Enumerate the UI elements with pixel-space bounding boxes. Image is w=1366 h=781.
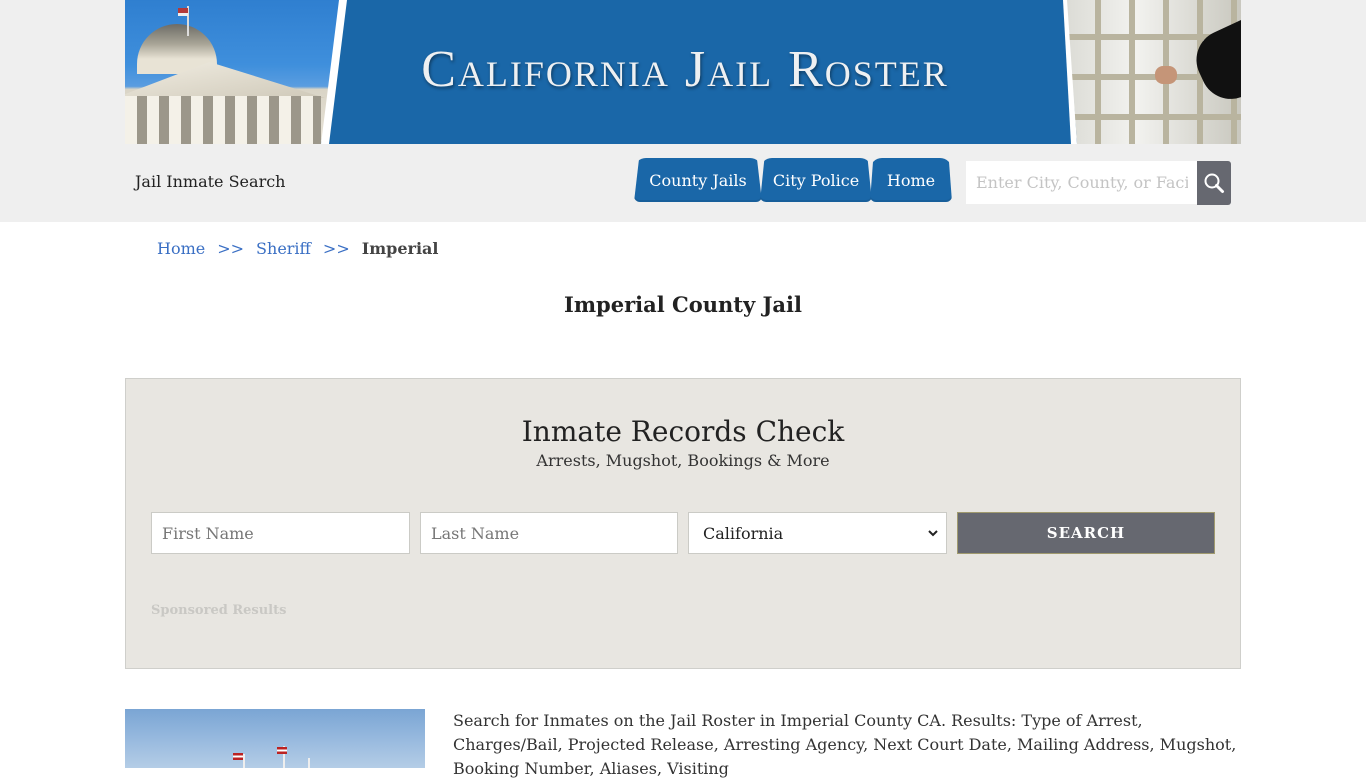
breadcrumb-current: Imperial xyxy=(361,239,439,258)
search-icon xyxy=(1204,173,1224,193)
records-search-button[interactable]: SEARCH xyxy=(957,512,1215,554)
breadcrumb-sheriff-link[interactable]: Sheriff xyxy=(256,239,311,258)
breadcrumb-separator: >> xyxy=(322,239,350,258)
site-banner[interactable]: California Jail Roster xyxy=(125,0,1241,144)
facility-description: Search for Inmates on the Jail Roster in… xyxy=(453,711,1237,778)
jail-cell-door-image xyxy=(1067,0,1241,144)
chevron-down-icon xyxy=(928,530,938,537)
facility-search-button[interactable] xyxy=(1197,161,1231,205)
breadcrumb: Home >> Sheriff >> Imperial xyxy=(157,239,438,258)
facility-search-input[interactable] xyxy=(966,161,1198,204)
main-nav: County Jails City Police Home xyxy=(634,158,952,202)
records-check-subtitle: Arrests, Mugshot, Bookings & More xyxy=(536,451,830,470)
site-name[interactable]: Jail Inmate Search xyxy=(135,172,285,191)
state-select[interactable]: California xyxy=(688,512,947,554)
first-name-input[interactable] xyxy=(151,512,410,554)
capitol-building-image xyxy=(125,0,345,144)
state-select-value: California xyxy=(703,523,784,543)
records-check-title: Inmate Records Check xyxy=(521,415,845,448)
nav-tab-city-police[interactable]: City Police xyxy=(760,158,872,202)
breadcrumb-home-link[interactable]: Home xyxy=(157,239,205,258)
sponsored-results-label: Sponsored Results xyxy=(151,603,287,618)
inmate-records-panel: Inmate Records Check Arrests, Mugshot, B… xyxy=(125,378,1241,669)
nav-tab-home[interactable]: Home xyxy=(870,158,952,202)
breadcrumb-separator: >> xyxy=(217,239,245,258)
banner-title: California Jail Roster xyxy=(421,41,949,98)
nav-tab-county-jails[interactable]: County Jails xyxy=(634,158,762,202)
page-title: Imperial County Jail xyxy=(564,292,802,317)
last-name-input[interactable] xyxy=(420,512,678,554)
facility-photo xyxy=(125,709,425,768)
